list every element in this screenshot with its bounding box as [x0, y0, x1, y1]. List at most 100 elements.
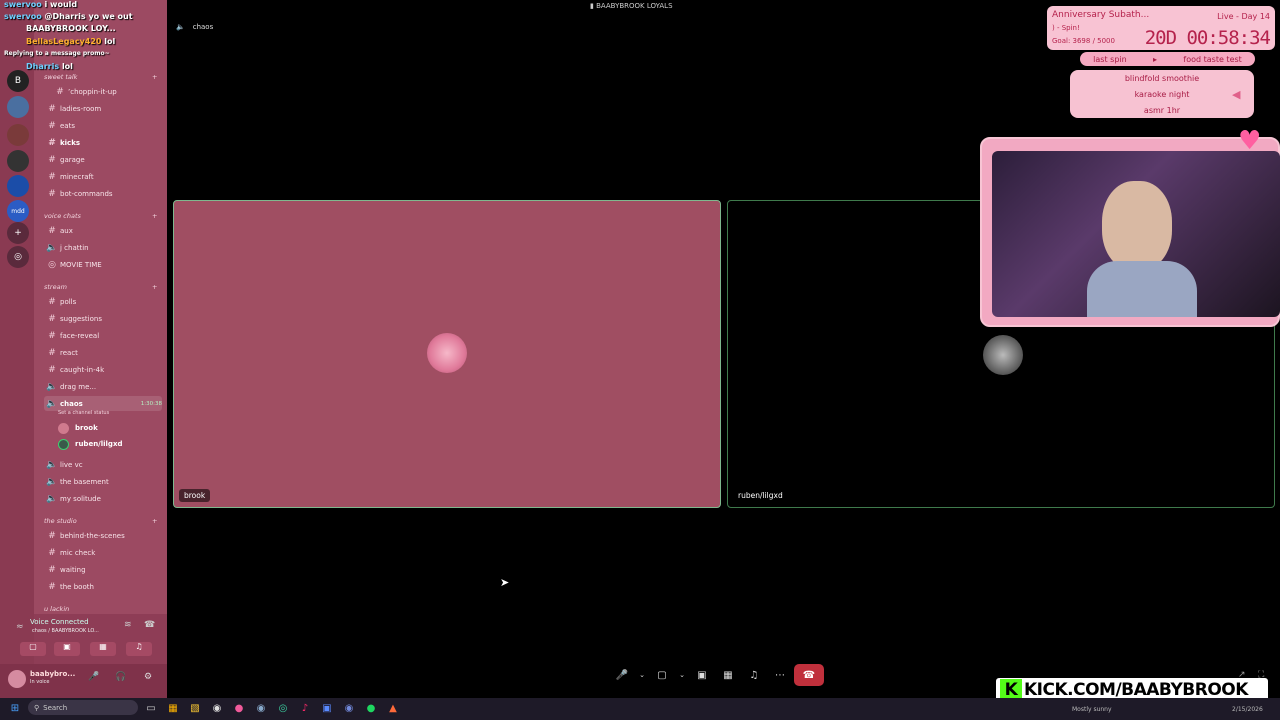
server-icon[interactable]: mdd [7, 200, 29, 222]
obs-icon[interactable]: ◉ [210, 701, 224, 715]
mic-icon[interactable]: 🎤 [88, 672, 99, 682]
soundboard-icon[interactable]: ♫ [744, 666, 764, 684]
category-u-lackin[interactable]: u lackin [44, 605, 69, 613]
channel-label: chaos [60, 399, 83, 408]
activities-button[interactable]: ▦ [90, 642, 116, 656]
plus-icon[interactable]: + [152, 517, 157, 525]
channel-item[interactable]: # ’choppin-it-up [52, 84, 170, 99]
channel-item[interactable]: # face-reveal [44, 328, 162, 343]
discord-icon: ▮ [590, 2, 594, 10]
channel-item[interactable]: # waiting [44, 562, 162, 577]
channel-item[interactable]: # mic check [44, 545, 162, 560]
discord-icon[interactable]: ◉ [342, 701, 356, 715]
voice-connected-label[interactable]: Voice Connected [30, 618, 89, 626]
server-icon[interactable]: B [7, 70, 29, 92]
channel-item[interactable]: # bot-commands [44, 186, 162, 201]
screenshare-icon[interactable]: ▣ [692, 666, 712, 684]
channel-label: react [60, 348, 78, 357]
voice-channel-item[interactable]: 🔈 live vc [44, 457, 162, 472]
channel-item[interactable]: # caught-in-4k [44, 362, 162, 377]
channel-item[interactable]: # minecraft [44, 169, 162, 184]
voice-channel-path[interactable]: chaos / BAABYBROOK LO... [32, 628, 99, 634]
activities-icon[interactable]: ▦ [718, 666, 738, 684]
channel-label: MOVIE TIME [60, 260, 102, 269]
channel-label: face-reveal [60, 331, 100, 340]
category-the-studio[interactable]: the studio + [44, 517, 157, 525]
plus-icon[interactable]: + [152, 283, 157, 291]
avatar[interactable] [8, 670, 26, 688]
camera-off-icon[interactable]: ▢ [652, 666, 672, 684]
file-explorer-icon[interactable]: ▧ [188, 701, 202, 715]
windows-start-icon[interactable]: ⊞ [8, 701, 22, 715]
plus-icon[interactable]: + [152, 73, 157, 81]
server-icon[interactable] [7, 124, 29, 146]
gear-icon[interactable]: ⚙ [144, 672, 152, 682]
chat-text: @Dharris yo we out [44, 12, 133, 21]
channel-item[interactable]: # ladies-room [44, 101, 162, 116]
discover-icon[interactable]: ◎ [7, 246, 29, 268]
soundboard-button[interactable]: ♫ [126, 642, 152, 656]
category-voice-chats[interactable]: voice chats + [44, 212, 157, 220]
spotify-icon[interactable]: ● [364, 701, 378, 715]
channel-item[interactable]: # aux [44, 223, 162, 238]
hash-icon: # [48, 296, 56, 307]
channel-item[interactable]: # garage [44, 152, 162, 167]
server-icon[interactable] [7, 150, 29, 172]
voice-channel-item[interactable]: 🔈 j chattin [44, 240, 162, 255]
noise-icon[interactable]: ≋ [124, 620, 132, 630]
more-icon[interactable]: ⋯ [770, 666, 790, 684]
chevron-down-icon[interactable]: ⌄ [678, 666, 686, 684]
voice-channel-item[interactable]: 🔈 the basement [44, 474, 162, 489]
camera-button[interactable]: ▢ [20, 642, 46, 656]
brave-icon[interactable]: ▲ [386, 701, 400, 715]
signal-icon[interactable]: ≈ [16, 622, 24, 632]
chat-message: swervoo i would [4, 0, 77, 9]
channel-item[interactable]: # eats [44, 118, 162, 133]
hash-icon: # [48, 188, 56, 199]
headphones-icon[interactable]: 🎧 [115, 672, 126, 682]
plus-icon[interactable]: + [152, 212, 157, 220]
channel-status[interactable]: Set a channel status [58, 410, 109, 416]
channel-item[interactable]: # suggestions [44, 311, 162, 326]
screenshare-button[interactable]: ▣ [54, 642, 80, 656]
speaker-icon: 🔈 [46, 476, 58, 487]
channel-item[interactable]: # behind-the-scenes [44, 528, 162, 543]
disconnect-icon[interactable]: ☎ [144, 620, 155, 630]
channel-item[interactable]: # react [44, 345, 162, 360]
add-server-icon[interactable]: + [7, 222, 29, 244]
server-icon[interactable] [7, 175, 29, 197]
steam-icon[interactable]: ◉ [254, 701, 268, 715]
server-icon[interactable] [7, 96, 29, 118]
app-icon[interactable]: ▣ [320, 701, 334, 715]
channel-item[interactable]: # the booth [44, 579, 162, 594]
disconnect-button[interactable]: ☎ [794, 664, 824, 686]
user-name[interactable]: baabybro... [30, 670, 75, 678]
voice-channel-item-active[interactable]: 🔈 chaos 1:30:38 [44, 396, 162, 411]
tiktok-icon[interactable]: ♪ [298, 701, 312, 715]
folder-icon[interactable]: ▦ [166, 701, 180, 715]
video-tile[interactable]: brook [173, 200, 721, 508]
task-view-icon[interactable]: ▭ [144, 701, 158, 715]
category-label: sweet talk [44, 73, 78, 81]
weather-text[interactable]: Mostly sunny [1072, 706, 1112, 713]
vc-user[interactable]: ruben/lilgxd [58, 437, 122, 451]
chrome-icon[interactable]: ◎ [276, 701, 290, 715]
app-icon[interactable]: ● [232, 701, 246, 715]
subathon-widget: Anniversary Subath... ) - Spin! Goal: 36… [1047, 6, 1275, 50]
clock-date[interactable]: 2/15/2026 [1232, 706, 1263, 713]
channel-item[interactable]: # kicks [44, 135, 162, 150]
stage-channel-item[interactable]: ◎ MOVIE TIME [44, 257, 162, 272]
speaker-icon: 🔈 [176, 23, 185, 31]
mouse-cursor-icon: ➤ [500, 576, 510, 589]
channel-item[interactable]: # polls [44, 294, 162, 309]
heart-icon: ♥ [1238, 126, 1262, 156]
category-sweet-talk[interactable]: sweet talk + [44, 73, 157, 81]
vc-user[interactable]: brook [58, 421, 98, 435]
voice-channel-item[interactable]: 🔈 drag me... [44, 379, 162, 394]
search-icon: ⚲ [34, 703, 40, 712]
category-stream[interactable]: stream + [44, 283, 157, 291]
taskbar-search[interactable]: ⚲ Search [28, 700, 138, 715]
mic-icon[interactable]: 🎤 [612, 666, 632, 684]
voice-channel-item[interactable]: 🔈 my solitude [44, 491, 162, 506]
chevron-down-icon[interactable]: ⌄ [638, 666, 646, 684]
